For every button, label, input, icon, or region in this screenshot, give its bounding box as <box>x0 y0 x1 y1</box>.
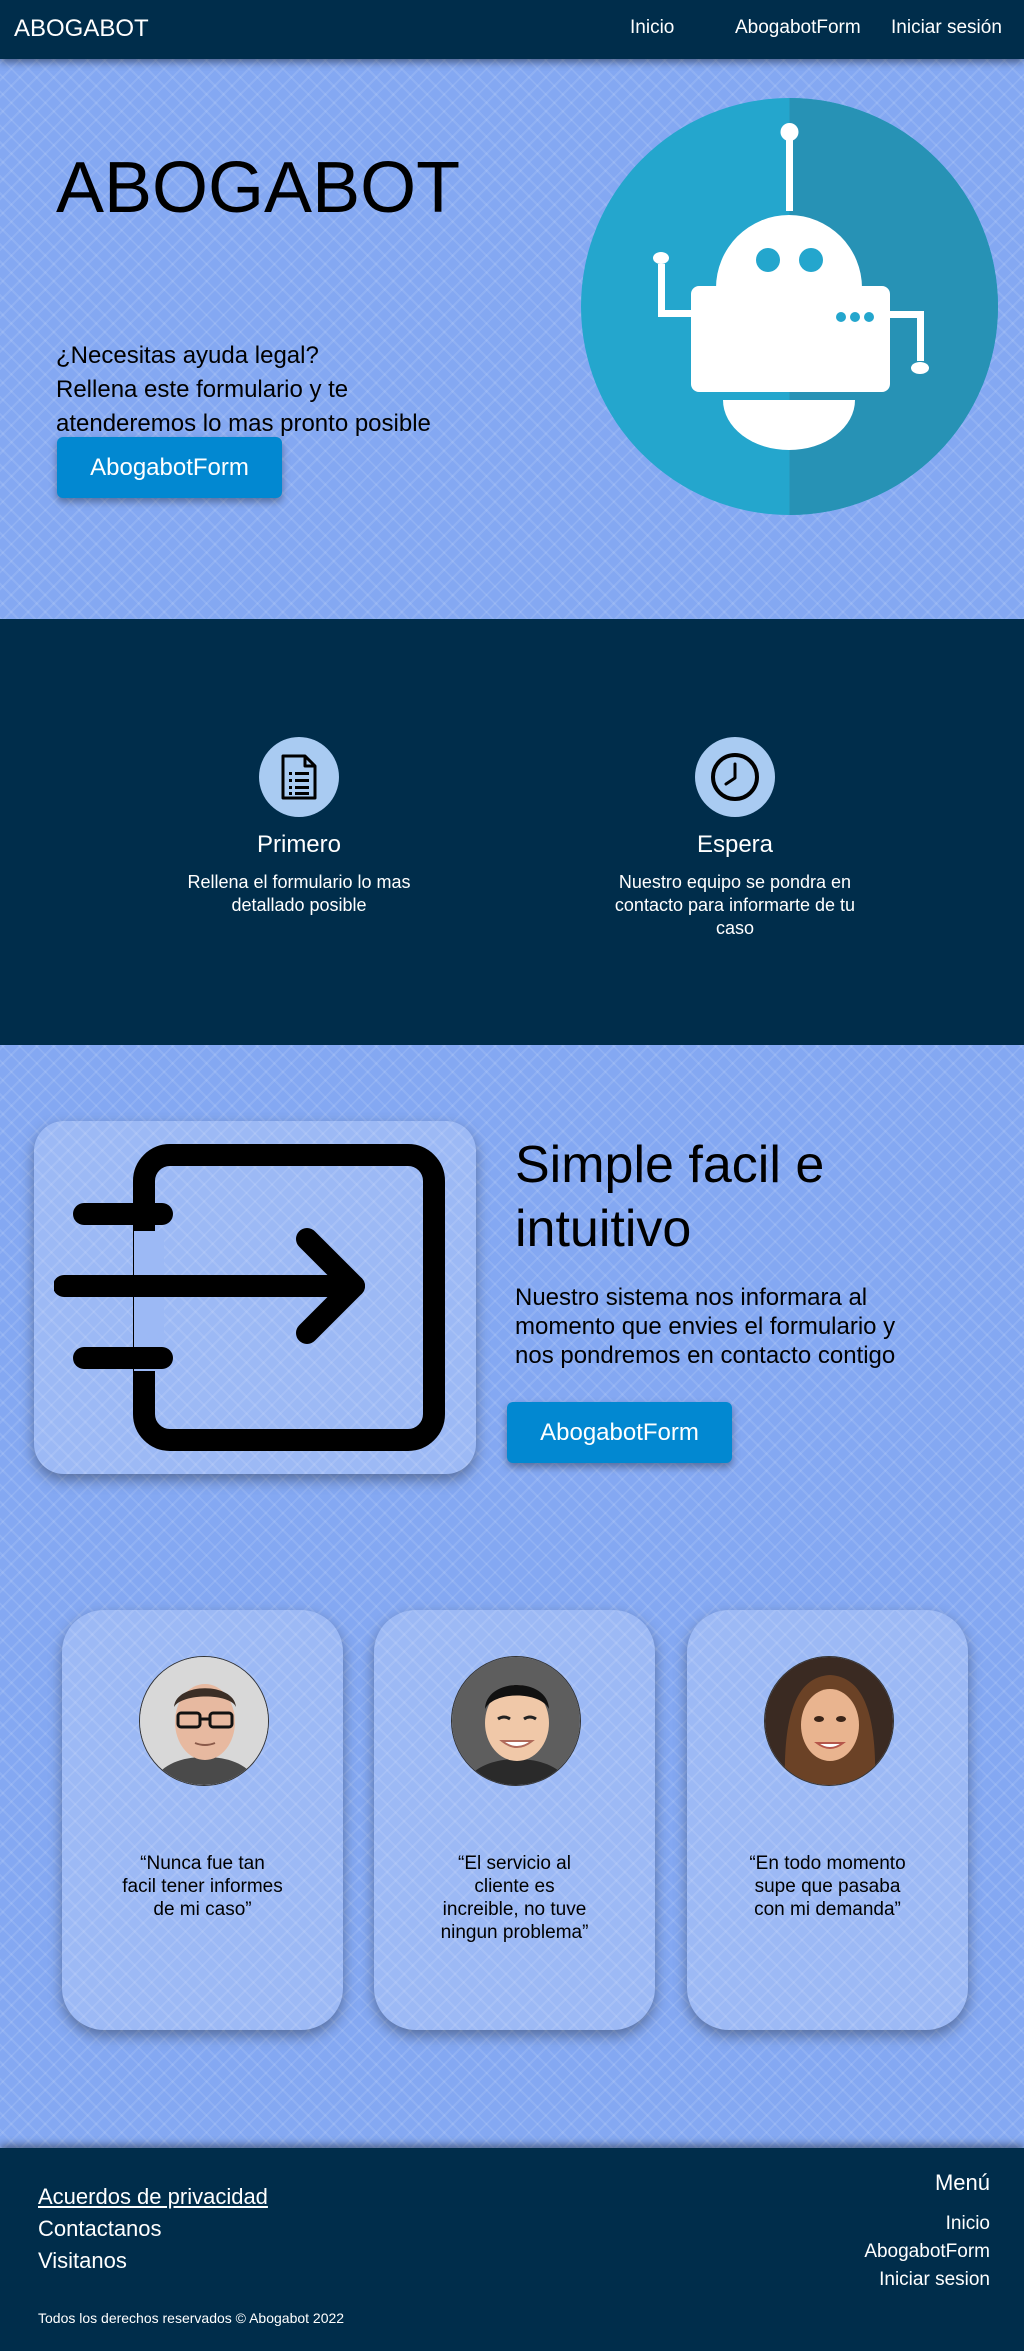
brand-logo[interactable]: ABOGABOT <box>14 15 149 43</box>
hero-form-button[interactable]: AbogabotForm <box>57 437 282 498</box>
hero-line: ¿Necesitas ayuda legal? <box>56 342 319 369</box>
clock-icon <box>695 737 775 817</box>
footer-link-visitanos[interactable]: Visitanos <box>38 2248 127 2274</box>
feature-form-button[interactable]: AbogabotForm <box>507 1402 732 1463</box>
step-text: Nuestro equipo se pondra en contacto par… <box>614 872 856 938</box>
step-title: Espera <box>696 831 774 858</box>
step-primero: Primero Rellena el formulario lo mas det… <box>149 737 449 917</box>
footer-menu-title: Menú <box>934 2170 990 2195</box>
testimonial-quote: “El servicio al cliente es increible, no… <box>440 1853 589 1943</box>
footer-menu-iniciar-sesion[interactable]: Iniciar sesion <box>879 2269 990 2291</box>
young-man-avatar <box>451 1656 581 1786</box>
step-espera: Espera Nuestro equipo se pondra en conta… <box>585 737 885 940</box>
testimonial-quote: “En todo momento supe que pasaba con mi … <box>749 1853 906 1920</box>
hero-title: ABOGABOT <box>56 148 461 228</box>
nav-link-iniciar-sesion[interactable]: Iniciar sesión <box>891 17 1002 39</box>
testimonial-card: “En todo momento supe que pasaba con mi … <box>687 1610 968 2030</box>
hero-line: Rellena este formulario y te <box>56 376 349 403</box>
navbar: ABOGABOT Inicio AbogabotForm Iniciar ses… <box>0 0 1024 59</box>
document-list-icon <box>259 737 339 817</box>
man-glasses-avatar <box>139 1656 269 1786</box>
robot-icon <box>581 98 998 515</box>
footer-link-contactanos[interactable]: Contactanos <box>38 2216 162 2242</box>
step-text: Rellena el formulario lo mas detallado p… <box>187 872 411 915</box>
woman-avatar <box>764 1656 894 1786</box>
hero-description: ¿Necesitas ayuda legal? Rellena este for… <box>56 339 486 441</box>
testimonial-card: “El servicio al cliente es increible, no… <box>374 1610 655 2030</box>
feature-text: Nuestro sistema nos informara al momento… <box>515 1284 896 1369</box>
feature-title: Simple facil e intuitivo <box>515 1136 825 1258</box>
steps-section: Primero Rellena el formulario lo mas det… <box>0 619 1024 1045</box>
footer: Acuerdos de privacidad Contactanos Visit… <box>0 2148 1024 2351</box>
step-title: Primero <box>256 831 341 858</box>
testimonial-quote: “Nunca fue tan facil tener informes de m… <box>122 1853 283 1920</box>
copyright-text: Todos los derechos reservados © Abogabot… <box>38 2310 345 2326</box>
exit-arrow-icon <box>54 1144 445 1451</box>
testimonial-card: “Nunca fue tan facil tener informes de m… <box>62 1610 343 2030</box>
nav-link-abogabotform[interactable]: AbogabotForm <box>735 17 861 39</box>
hero-line: atenderemos lo mas pronto posible <box>56 410 431 437</box>
footer-menu-inicio[interactable]: Inicio <box>946 2213 990 2235</box>
feature-section: Simple facil e intuitivo Nuestro sistema… <box>0 1045 1024 2148</box>
footer-menu-abogabotform[interactable]: AbogabotForm <box>864 2241 990 2263</box>
footer-link-privacidad[interactable]: Acuerdos de privacidad <box>38 2184 268 2210</box>
hero-section: ABOGABOT ¿Necesitas ayuda legal? Rellena… <box>0 59 1024 619</box>
nav-link-inicio[interactable]: Inicio <box>630 17 674 39</box>
feature-image-card <box>34 1121 476 1474</box>
